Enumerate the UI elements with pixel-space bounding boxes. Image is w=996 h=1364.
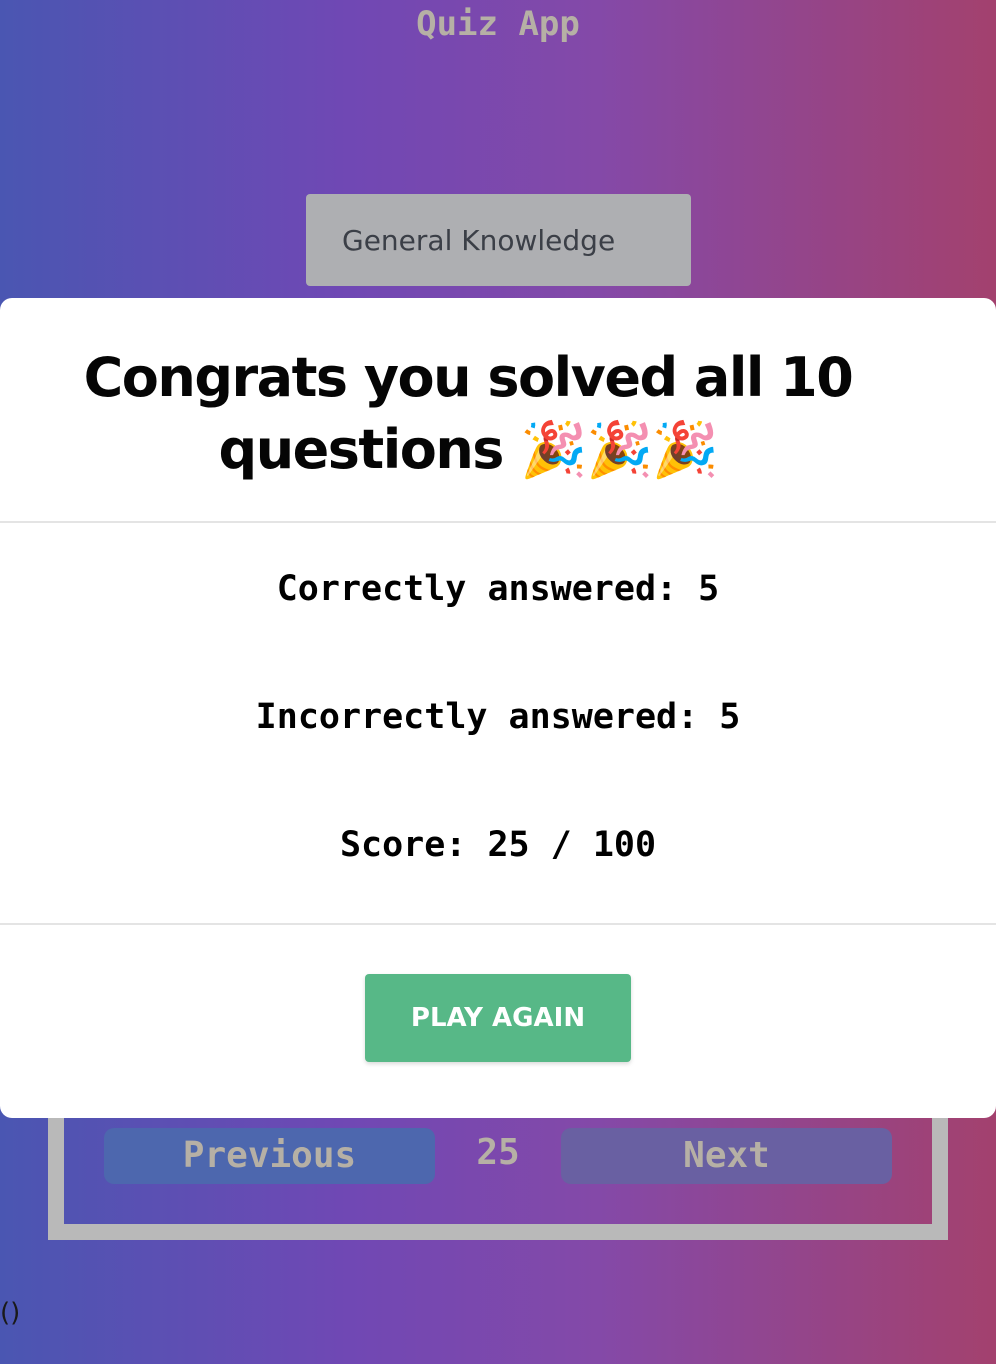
play-again-button[interactable]: PLAY AGAIN — [365, 974, 631, 1062]
modal-header: Congrats you solved all 10 questions 🎉🎉🎉 — [0, 298, 996, 523]
correct-answers-stat: Correctly answered: 5 — [276, 569, 720, 609]
next-button[interactable]: Next — [561, 1128, 892, 1184]
stray-text: () — [0, 1298, 21, 1328]
page-number: 25 — [476, 1132, 520, 1173]
app-title: Quiz App — [416, 4, 580, 44]
category-select[interactable]: General Knowledge — [306, 194, 691, 286]
score-stat: Score: 25 / 100 — [339, 825, 657, 865]
modal-body: Correctly answered: 5 Incorrectly answer… — [0, 523, 996, 925]
incorrect-answers-stat: Incorrectly answered: 5 — [255, 697, 741, 737]
previous-button[interactable]: Previous — [104, 1128, 435, 1184]
result-modal: Congrats you solved all 10 questions 🎉🎉🎉… — [0, 298, 996, 1118]
modal-title: Congrats you solved all 10 questions 🎉🎉🎉 — [83, 346, 854, 481]
